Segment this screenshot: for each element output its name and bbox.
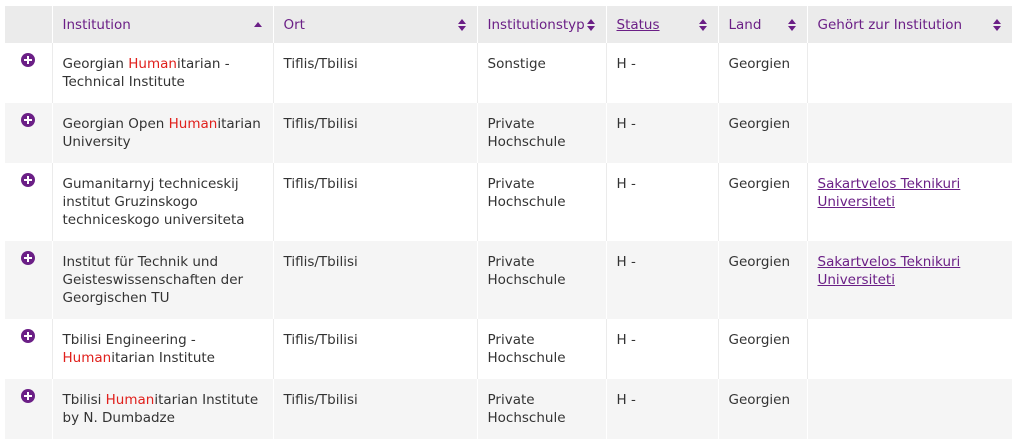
cell-institution: Tbilisi Humanitarian Institute by N. Dumb… [52,379,274,439]
cell-typ: Private Hochschule [477,241,607,319]
name-text: Technical Institute [62,74,185,90]
name-text: itarian - [176,56,230,72]
name-text: University [62,134,131,150]
plus-circle-icon[interactable] [21,389,36,403]
sort-both-icon[interactable] [586,17,596,33]
expand-cell [5,241,53,319]
expand-cell [5,379,53,439]
cell-status: H - [606,103,719,163]
plus-circle-icon[interactable] [21,251,36,265]
table-row: Georgian Humanitarian - Technical Institu… [5,43,1012,103]
cell-typ: Private Hochschule [477,319,607,379]
header-ort[interactable]: Ort [273,6,478,43]
sort-both-icon[interactable] [698,17,708,33]
name-text: Georgian Open [62,116,169,132]
header-label: Institution [62,16,131,33]
cell-institution: Georgian Humanitarian - Technical Institu… [52,43,274,103]
table-header-row: Institution Ort Institutionstyp Status L… [5,6,1012,43]
name-text: itarian Institute [154,392,259,408]
cell-ort: Tiflis/Tbilisi [273,43,478,103]
header-institution[interactable]: Institution [52,6,274,43]
cell-parent: Sakartvelos Teknikuri Universiteti [807,163,1012,241]
plus-circle-icon[interactable] [21,173,36,187]
name-text: by N. Dumbadze [62,410,175,426]
search-highlight: Human [168,116,218,132]
expand-cell [5,43,53,103]
header-label[interactable]: Status [617,17,660,33]
plus-circle-icon[interactable] [21,329,36,343]
table-row: Gumanitarnyj techniceskij institut Gruzi… [5,163,1012,241]
results-table-wrapper: Institution Ort Institutionstyp Status L… [5,6,1012,439]
name-text: Tbilisi Engineering - [62,332,196,348]
header-label: Gehört zur Institution [817,16,963,33]
cell-status: H - [606,379,719,439]
cell-typ: Private Hochschule [477,379,607,439]
sort-asc-icon[interactable] [253,17,263,33]
cell-parent: Sakartvelos Teknikuri Universiteti [807,241,1012,319]
cell-parent [807,43,1012,103]
plus-circle-icon[interactable] [21,53,36,67]
plus-circle-icon[interactable] [21,113,36,127]
cell-institution: Gumanitarnyj techniceskij institut Gruzi… [52,163,274,241]
cell-institution: Institut für Technik und Geisteswissensc… [52,241,274,319]
cell-land: Georgien [718,103,808,163]
institutions-table: Institution Ort Institutionstyp Status L… [5,6,1012,439]
cell-ort: Tiflis/Tbilisi [273,103,478,163]
expand-cell [5,103,53,163]
cell-parent [807,103,1012,163]
name-text: Tbilisi [62,392,106,408]
header-expand-column [5,6,53,43]
cell-land: Georgien [718,319,808,379]
sort-both-icon[interactable] [992,17,1002,33]
name-text: itarian [217,116,261,132]
cell-land: Georgien [718,163,808,241]
header-institutionstyp[interactable]: Institutionstyp [477,6,607,43]
search-highlight: Human [128,56,177,72]
cell-parent [807,379,1012,439]
cell-typ: Private Hochschule [477,163,607,241]
cell-land: Georgien [718,241,808,319]
header-parent-institution[interactable]: Gehört zur Institution [807,6,1012,43]
header-label: Land [728,16,762,33]
search-highlight: Human [62,350,112,366]
cell-land: Georgien [718,43,808,103]
name-text: Georgian [62,56,129,72]
parent-institution-link[interactable]: Sakartvelos Teknikuri Universiteti [818,254,961,288]
cell-ort: Tiflis/Tbilisi [273,319,478,379]
name-text: itarian Institute [111,350,215,366]
cell-typ: Private Hochschule [477,103,607,163]
expand-cell [5,163,53,241]
table-row: Institut für Technik und Geisteswissensc… [5,241,1012,319]
cell-status: H - [606,163,719,241]
header-land[interactable]: Land [718,6,808,43]
cell-ort: Tiflis/Tbilisi [273,379,478,439]
search-highlight: Human [105,392,155,408]
header-label: Institutionstyp [487,16,585,33]
table-row: Tbilisi Humanitarian Institute by N. Dumb… [5,379,1012,439]
expand-cell [5,319,53,379]
header-label: Ort [283,16,305,33]
cell-status: H - [606,43,719,103]
cell-parent [807,319,1012,379]
table-row: Georgian Open Humanitarian University Tif… [5,103,1012,163]
sort-both-icon[interactable] [787,17,797,33]
cell-land: Georgien [718,379,808,439]
cell-ort: Tiflis/Tbilisi [273,163,478,241]
cell-institution: Georgian Open Humanitarian University [52,103,274,163]
cell-institution: Tbilisi Engineering - Humanitarian Instit… [52,319,274,379]
cell-status: H - [606,241,719,319]
parent-institution-link[interactable]: Sakartvelos Teknikuri Universiteti [818,176,961,210]
sort-both-icon[interactable] [457,17,467,33]
table-row: Tbilisi Engineering - Humanitarian Instit… [5,319,1012,379]
header-status[interactable]: Status [606,6,719,43]
cell-typ: Sonstige [477,43,607,103]
cell-ort: Tiflis/Tbilisi [273,241,478,319]
cell-status: H - [606,319,719,379]
